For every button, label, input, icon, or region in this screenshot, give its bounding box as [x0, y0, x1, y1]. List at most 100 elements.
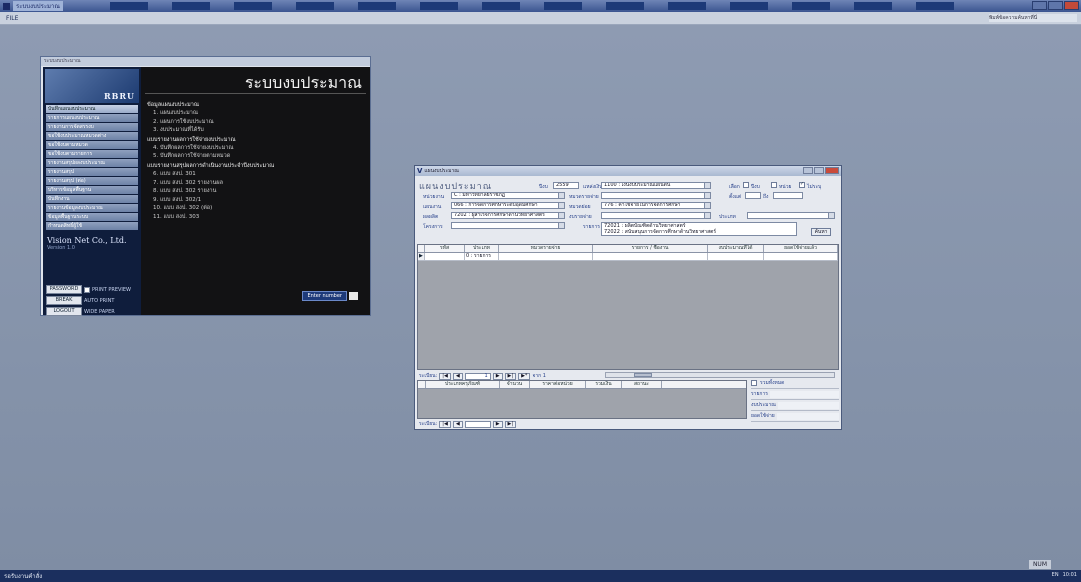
last-record-button[interactable]: ▶|	[504, 372, 517, 380]
items-value	[769, 390, 839, 398]
hint-box[interactable]: พิมพ์ข้อความค้นหาที่นี่	[989, 14, 1077, 22]
first-record-button[interactable]: |◀	[439, 372, 451, 380]
grid-col-header[interactable]: งบประมาณที่ได้	[708, 245, 764, 252]
module-menu-item[interactable]: กำหนดสิทธิ์ผู้ใช้	[46, 222, 138, 230]
unspecified-checkbox[interactable]	[799, 181, 805, 188]
language-indicator[interactable]: EN	[1052, 572, 1059, 578]
print-preview-checkbox[interactable]	[84, 286, 90, 293]
plan-select[interactable]: 066 : การจัดการศึกษาระดับอุดมศึกษา	[451, 202, 565, 209]
module-menu: บันทึกแผนงบประมาณ รายการแผนงบประมาณ รายง…	[46, 105, 138, 230]
module-menu-item[interactable]: บันทึกแผนงบประมาณ	[46, 105, 138, 113]
clock[interactable]: 10:01	[1063, 572, 1077, 578]
detail-grid-header: ประเภทครุภัณฑ์ จำนวน ราคาต่อหน่วย รวมเงิ…	[418, 381, 746, 389]
report-item[interactable]: 2. แผนการใช้งบประมาณ	[147, 118, 347, 127]
maximize-icon[interactable]	[1048, 1, 1063, 10]
grid-col-header[interactable]: ยอดใช้จ่ายแล้ว	[764, 245, 838, 252]
enter-number-button[interactable]: Enter number	[302, 291, 347, 301]
module-menu-item[interactable]: ขอใช้งบตามหมวด	[46, 141, 138, 149]
module-menu-item[interactable]: รายงานข้อมูลงบประมาณ	[46, 204, 138, 212]
record-number-input[interactable]	[464, 420, 491, 428]
product-select[interactable]: 7202 : ผู้สำเร็จการศึกษาด้านวิทยาศาสตร์	[451, 212, 565, 219]
module-menu-item[interactable]: ข้อมูลพื้นฐานระบบ	[46, 213, 138, 221]
search-button[interactable]: ค้นหา	[811, 228, 831, 236]
unspecified-checkbox-label: ไม่ระบุ	[807, 184, 822, 190]
logout-button[interactable]: LOGOUT	[46, 307, 82, 316]
module-menu-item[interactable]: รายงานสรุปผลงบประมาณ	[46, 159, 138, 167]
module-menu-item[interactable]: บันทึกงาน	[46, 195, 138, 203]
detail-col-header[interactable]: ราคาต่อหน่วย	[530, 381, 586, 388]
window-controls	[1032, 1, 1079, 10]
detail-col-header[interactable]: จำนวน	[500, 381, 530, 388]
new-record-button[interactable]: ▶*	[518, 372, 531, 380]
module-menu-item[interactable]: รายงานสรุป	[46, 168, 138, 176]
menu-file[interactable]: FILE	[0, 15, 18, 22]
grid-col-header[interactable]: รายการ / ชื่องาน	[593, 245, 708, 252]
unit-checkbox[interactable]	[771, 182, 777, 188]
chevron-down-icon	[558, 213, 564, 218]
password-button[interactable]: PASSWORD	[46, 285, 82, 294]
module-menu-item[interactable]: บริหารข้อมูลพื้นฐาน	[46, 186, 138, 194]
year-checkbox[interactable]	[743, 182, 749, 188]
next-record-button[interactable]: ▶	[492, 372, 503, 380]
detail-col-header[interactable]: สถานะ	[622, 381, 662, 388]
agency-select[interactable]: C : มหาวิทยาลัยราชภัฏ	[451, 192, 565, 199]
budget-group-select[interactable]	[601, 212, 711, 219]
logo: RBRU	[45, 69, 139, 103]
report-item[interactable]: 5. บันทึกผลการใช้จ่ายตามหมวด	[147, 152, 347, 161]
prev-record-button[interactable]: ◀	[452, 372, 463, 380]
break-button[interactable]: BREAK	[46, 296, 82, 305]
item-field[interactable]: 72021 : ผลิตบัณฑิตด้านวิทยาศาสตร์ 72022 …	[601, 222, 797, 236]
app-titlebar: ระบบงบประมาณ	[0, 0, 1081, 12]
minimize-icon[interactable]	[803, 167, 813, 174]
status-text: รอรับงานคำสั่ง	[4, 573, 43, 580]
grid-header: รหัส ประเภท หมวดรายจ่าย รายการ / ชื่องาน…	[418, 245, 838, 253]
module-menu-item[interactable]: รายงานการจัดสรรงบ	[46, 123, 138, 131]
report-item[interactable]: 1. แผนงบประมาณ	[147, 109, 347, 118]
category-select[interactable]	[601, 192, 711, 199]
table-row[interactable]: 0 : รายการ	[418, 253, 838, 261]
record-number-input[interactable]: 1	[464, 372, 491, 380]
report-item[interactable]: 4. บันทึกผลการใช้จ่ายงบประมาณ	[147, 144, 347, 153]
to-field[interactable]	[773, 192, 803, 199]
report-item[interactable]: 11. แบบ สงป. 303	[147, 213, 347, 222]
report-item[interactable]: 3. งบประมาณที่ได้รับ	[147, 126, 347, 135]
chevron-down-icon	[704, 203, 710, 208]
last-record-button[interactable]: ▶|	[504, 420, 517, 428]
report-item[interactable]: 9. แบบ สงป. 302/1	[147, 196, 347, 205]
subcategory-select[interactable]: 776 : ค่าใช้จ่ายในการจัดการศึกษา	[601, 202, 711, 209]
minimize-icon[interactable]	[1032, 1, 1047, 10]
report-item[interactable]: 8. แบบ สงป. 302 รายงาน	[147, 187, 347, 196]
from-field[interactable]	[745, 192, 761, 199]
source-select[interactable]: 1100 : เงินงบประมาณแผ่นดิน	[601, 182, 711, 189]
row-selector-icon[interactable]	[418, 253, 425, 260]
all-checkbox[interactable]	[751, 380, 757, 386]
grid-col-header[interactable]: ประเภท	[465, 245, 499, 252]
print-preview-label: PRINT PREVIEW	[92, 286, 131, 293]
close-icon[interactable]	[825, 167, 839, 174]
product-label: ผลผลิต	[423, 214, 439, 220]
chevron-down-icon	[704, 213, 710, 218]
grid-col-header[interactable]: หมวดรายจ่าย	[499, 245, 593, 252]
report-item[interactable]: 6. แบบ สงป. 301	[147, 170, 347, 179]
report-item[interactable]: 10. แบบ สงป. 302 (ต่อ)	[147, 204, 347, 213]
report-item[interactable]: 7. แบบ สงป. 302 รายงานผล	[147, 179, 347, 188]
prev-record-button[interactable]: ◀	[452, 420, 463, 428]
type-select[interactable]	[747, 212, 835, 219]
detail-navigator: ระเบียน: |◀ ◀ ▶ ▶|	[419, 420, 517, 428]
module-menu-item[interactable]: ขอใช้งบตามรายการ	[46, 150, 138, 158]
year-field[interactable]: 2559	[553, 182, 579, 189]
scrollbar-thumb[interactable]	[634, 373, 652, 377]
grid-col-header[interactable]: รหัส	[425, 245, 465, 252]
project-select[interactable]	[451, 222, 565, 229]
detail-col-header[interactable]: ประเภทครุภัณฑ์	[426, 381, 500, 388]
next-record-button[interactable]: ▶	[492, 420, 503, 428]
enter-number-input[interactable]	[349, 292, 358, 300]
close-icon[interactable]	[1064, 1, 1079, 10]
detail-col-header[interactable]: รวมเงิน	[586, 381, 622, 388]
budget-grid: รหัส ประเภท หมวดรายจ่าย รายการ / ชื่องาน…	[417, 244, 839, 370]
module-menu-item[interactable]: รายการแผนงบประมาณ	[46, 114, 138, 122]
maximize-icon[interactable]	[814, 167, 824, 174]
first-record-button[interactable]: |◀	[439, 420, 451, 428]
module-menu-item[interactable]: ขอใช้งบประมาณหมวดต่าง	[46, 132, 138, 140]
module-menu-item[interactable]: รายงานสรุป (ต่อ)	[46, 177, 138, 185]
